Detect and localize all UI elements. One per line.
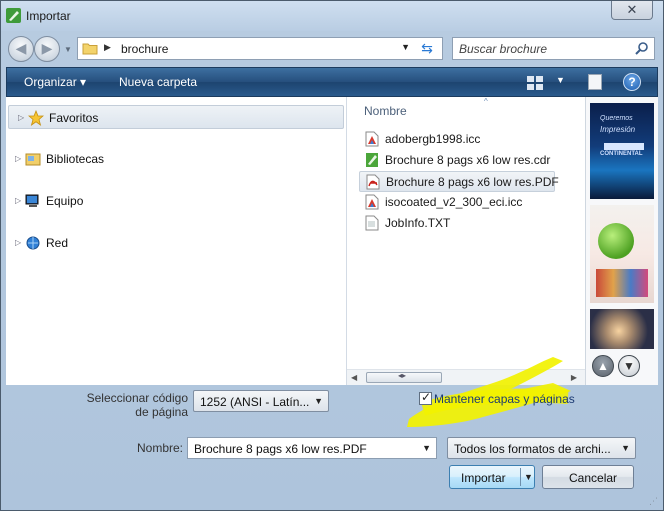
organize-menu[interactable]: Organizar ▾ — [24, 75, 86, 89]
file-name: isocoated_v2_300_eci.icc — [385, 195, 523, 209]
view-dropdown-icon[interactable]: ▼ — [556, 75, 565, 85]
star-icon — [27, 109, 45, 126]
filename-label: Nombre: — [136, 441, 183, 455]
expand-arrow-icon[interactable]: ▷ — [15, 154, 21, 163]
checkmark-icon: ✓ — [421, 390, 432, 404]
import-button-label: Importar — [461, 471, 506, 485]
color-profile-icon — [365, 131, 379, 147]
new-folder-button[interactable]: Nueva carpeta — [119, 75, 197, 89]
filename-input[interactable]: Brochure 8 pags x6 low res.PDF ▼ — [187, 437, 437, 459]
keep-layers-checkbox[interactable]: ✓ — [419, 390, 432, 405]
import-options-dropdown-icon[interactable]: ▼ — [524, 472, 533, 482]
expand-arrow-icon[interactable]: ▷ — [15, 196, 21, 205]
libraries-icon — [25, 151, 41, 167]
keep-layers-label[interactable]: Mantener capas y páginas — [434, 392, 575, 406]
search-placeholder: Buscar brochure — [459, 42, 548, 56]
file-list: ^ Nombre adobergb1998.icc Brochure 8 pag… — [347, 97, 585, 385]
address-dropdown-icon[interactable]: ▼ — [401, 42, 410, 52]
cancel-button-label: Cancelar — [569, 471, 618, 485]
products-image — [596, 269, 648, 297]
file-name: Brochure 8 pags x6 low res.PDF — [386, 175, 559, 189]
file-row[interactable]: adobergb1998.icc — [359, 129, 555, 150]
chevron-down-icon: ▼ — [314, 396, 323, 406]
pdf-file-icon — [366, 174, 380, 190]
recent-locations-dropdown-icon[interactable]: ▼ — [64, 45, 72, 54]
expand-arrow-icon[interactable]: ▷ — [15, 238, 21, 247]
expand-arrow-icon[interactable]: ▷ — [18, 113, 24, 122]
help-icon[interactable]: ? — [623, 73, 641, 91]
preview-thumbnail-page-1[interactable]: Queremos Impresión CONTINENTAL — [590, 103, 654, 199]
column-header-name[interactable]: Nombre — [364, 104, 407, 118]
import-dialog: Importar ✕ ◀ ▶ ▼ ▶ brochure ▼ ⇆ Buscar b… — [0, 0, 664, 511]
code-page-value: 1252 (ANSI - Latín... — [200, 395, 310, 409]
import-button[interactable]: Importar ▼ — [449, 465, 535, 489]
code-page-select[interactable]: 1252 (ANSI - Latín... ▼ — [193, 390, 329, 412]
cancel-button[interactable]: Cancelar — [542, 465, 634, 489]
nav-item-favoritos[interactable]: ▷ Favoritos — [8, 105, 344, 129]
breadcrumb-current-folder[interactable]: brochure — [121, 42, 168, 56]
chevron-down-icon[interactable]: ▼ — [422, 443, 431, 453]
column-header[interactable]: ^ Nombre — [347, 97, 585, 123]
window-title: Importar — [26, 9, 71, 23]
nav-item-label: Equipo — [46, 194, 84, 208]
command-bar: Organizar ▾ Nueva carpeta ▼ ? — [6, 67, 658, 97]
title-bar: Importar ✕ — [1, 1, 663, 31]
coreldraw-app-icon — [6, 8, 21, 23]
file-type-value: Todos los formatos de archi... — [454, 442, 611, 456]
filename-value: Brochure 8 pags x6 low res.PDF — [194, 442, 367, 456]
file-row[interactable]: isocoated_v2_300_eci.icc — [359, 192, 555, 213]
apple-image — [598, 223, 634, 259]
preview-down-button[interactable]: ▼ — [618, 355, 640, 377]
file-row-selected[interactable]: Brochure 8 pags x6 low res.PDF — [359, 171, 559, 192]
nav-item-label: Favoritos — [49, 111, 99, 125]
preview-pane-icon[interactable] — [588, 74, 602, 90]
scroll-left-icon[interactable]: ◀ — [351, 373, 357, 382]
refresh-icon[interactable]: ⇆ — [418, 40, 436, 58]
file-row[interactable]: Brochure 8 pags x6 low res.cdr — [359, 150, 555, 171]
nav-item-label: Red — [46, 236, 69, 250]
text-file-icon — [365, 215, 379, 231]
file-name: Brochure 8 pags x6 low res.cdr — [385, 153, 551, 167]
nav-item-bibliotecas[interactable]: ▷ Bibliotecas — [6, 147, 346, 171]
coreldraw-file-icon — [365, 152, 379, 168]
chevron-down-icon: ▼ — [621, 443, 630, 453]
file-name: adobergb1998.icc — [385, 132, 481, 146]
thumbnail-text: Impresión — [600, 125, 636, 134]
thumbnail-logo — [604, 143, 644, 150]
search-input[interactable]: Buscar brochure — [452, 37, 655, 60]
code-page-label: Seleccionar código de página — [86, 391, 188, 419]
file-type-select[interactable]: Todos los formatos de archi... ▼ — [447, 437, 636, 459]
address-bar[interactable]: ▶ brochure ▼ ⇆ — [77, 37, 443, 60]
color-profile-icon — [365, 194, 379, 210]
computer-icon — [25, 193, 41, 209]
thumbnail-brand: CONTINENTAL — [600, 151, 643, 157]
folder-icon — [82, 41, 98, 55]
navigation-pane: ▷ Favoritos ▷ Bibliotecas ▷ Equipo ▷ Red — [6, 97, 347, 385]
resize-grip-icon[interactable]: ⋰ — [649, 496, 661, 508]
close-button[interactable]: ✕ — [611, 1, 653, 20]
breadcrumb-arrow-icon[interactable]: ▶ — [104, 42, 111, 53]
preview-up-button[interactable]: ▲ — [592, 355, 614, 377]
split-divider — [520, 468, 521, 486]
navigation-bar: ◀ ▶ ▼ ▶ brochure ▼ ⇆ Buscar brochure — [1, 31, 663, 65]
forward-button[interactable]: ▶ — [34, 36, 60, 62]
preview-pane: Queremos Impresión CONTINENTAL ▲ ▼ — [585, 97, 658, 385]
network-icon — [25, 235, 41, 251]
nav-item-label: Bibliotecas — [46, 152, 105, 166]
preview-thumbnail-page-2[interactable] — [590, 205, 654, 303]
file-row[interactable]: JobInfo.TXT — [359, 213, 555, 234]
preview-thumbnail-page-3[interactable] — [590, 309, 654, 349]
thumbnail-text: Queremos — [600, 115, 633, 122]
file-name: JobInfo.TXT — [385, 216, 451, 230]
back-button[interactable]: ◀ — [8, 36, 34, 62]
sort-arrow-icon: ^ — [484, 97, 488, 106]
nav-item-equipo[interactable]: ▷ Equipo — [6, 189, 346, 213]
nav-item-red[interactable]: ▷ Red — [6, 231, 346, 255]
view-options-icon[interactable] — [527, 76, 545, 90]
search-icon[interactable] — [634, 41, 650, 57]
